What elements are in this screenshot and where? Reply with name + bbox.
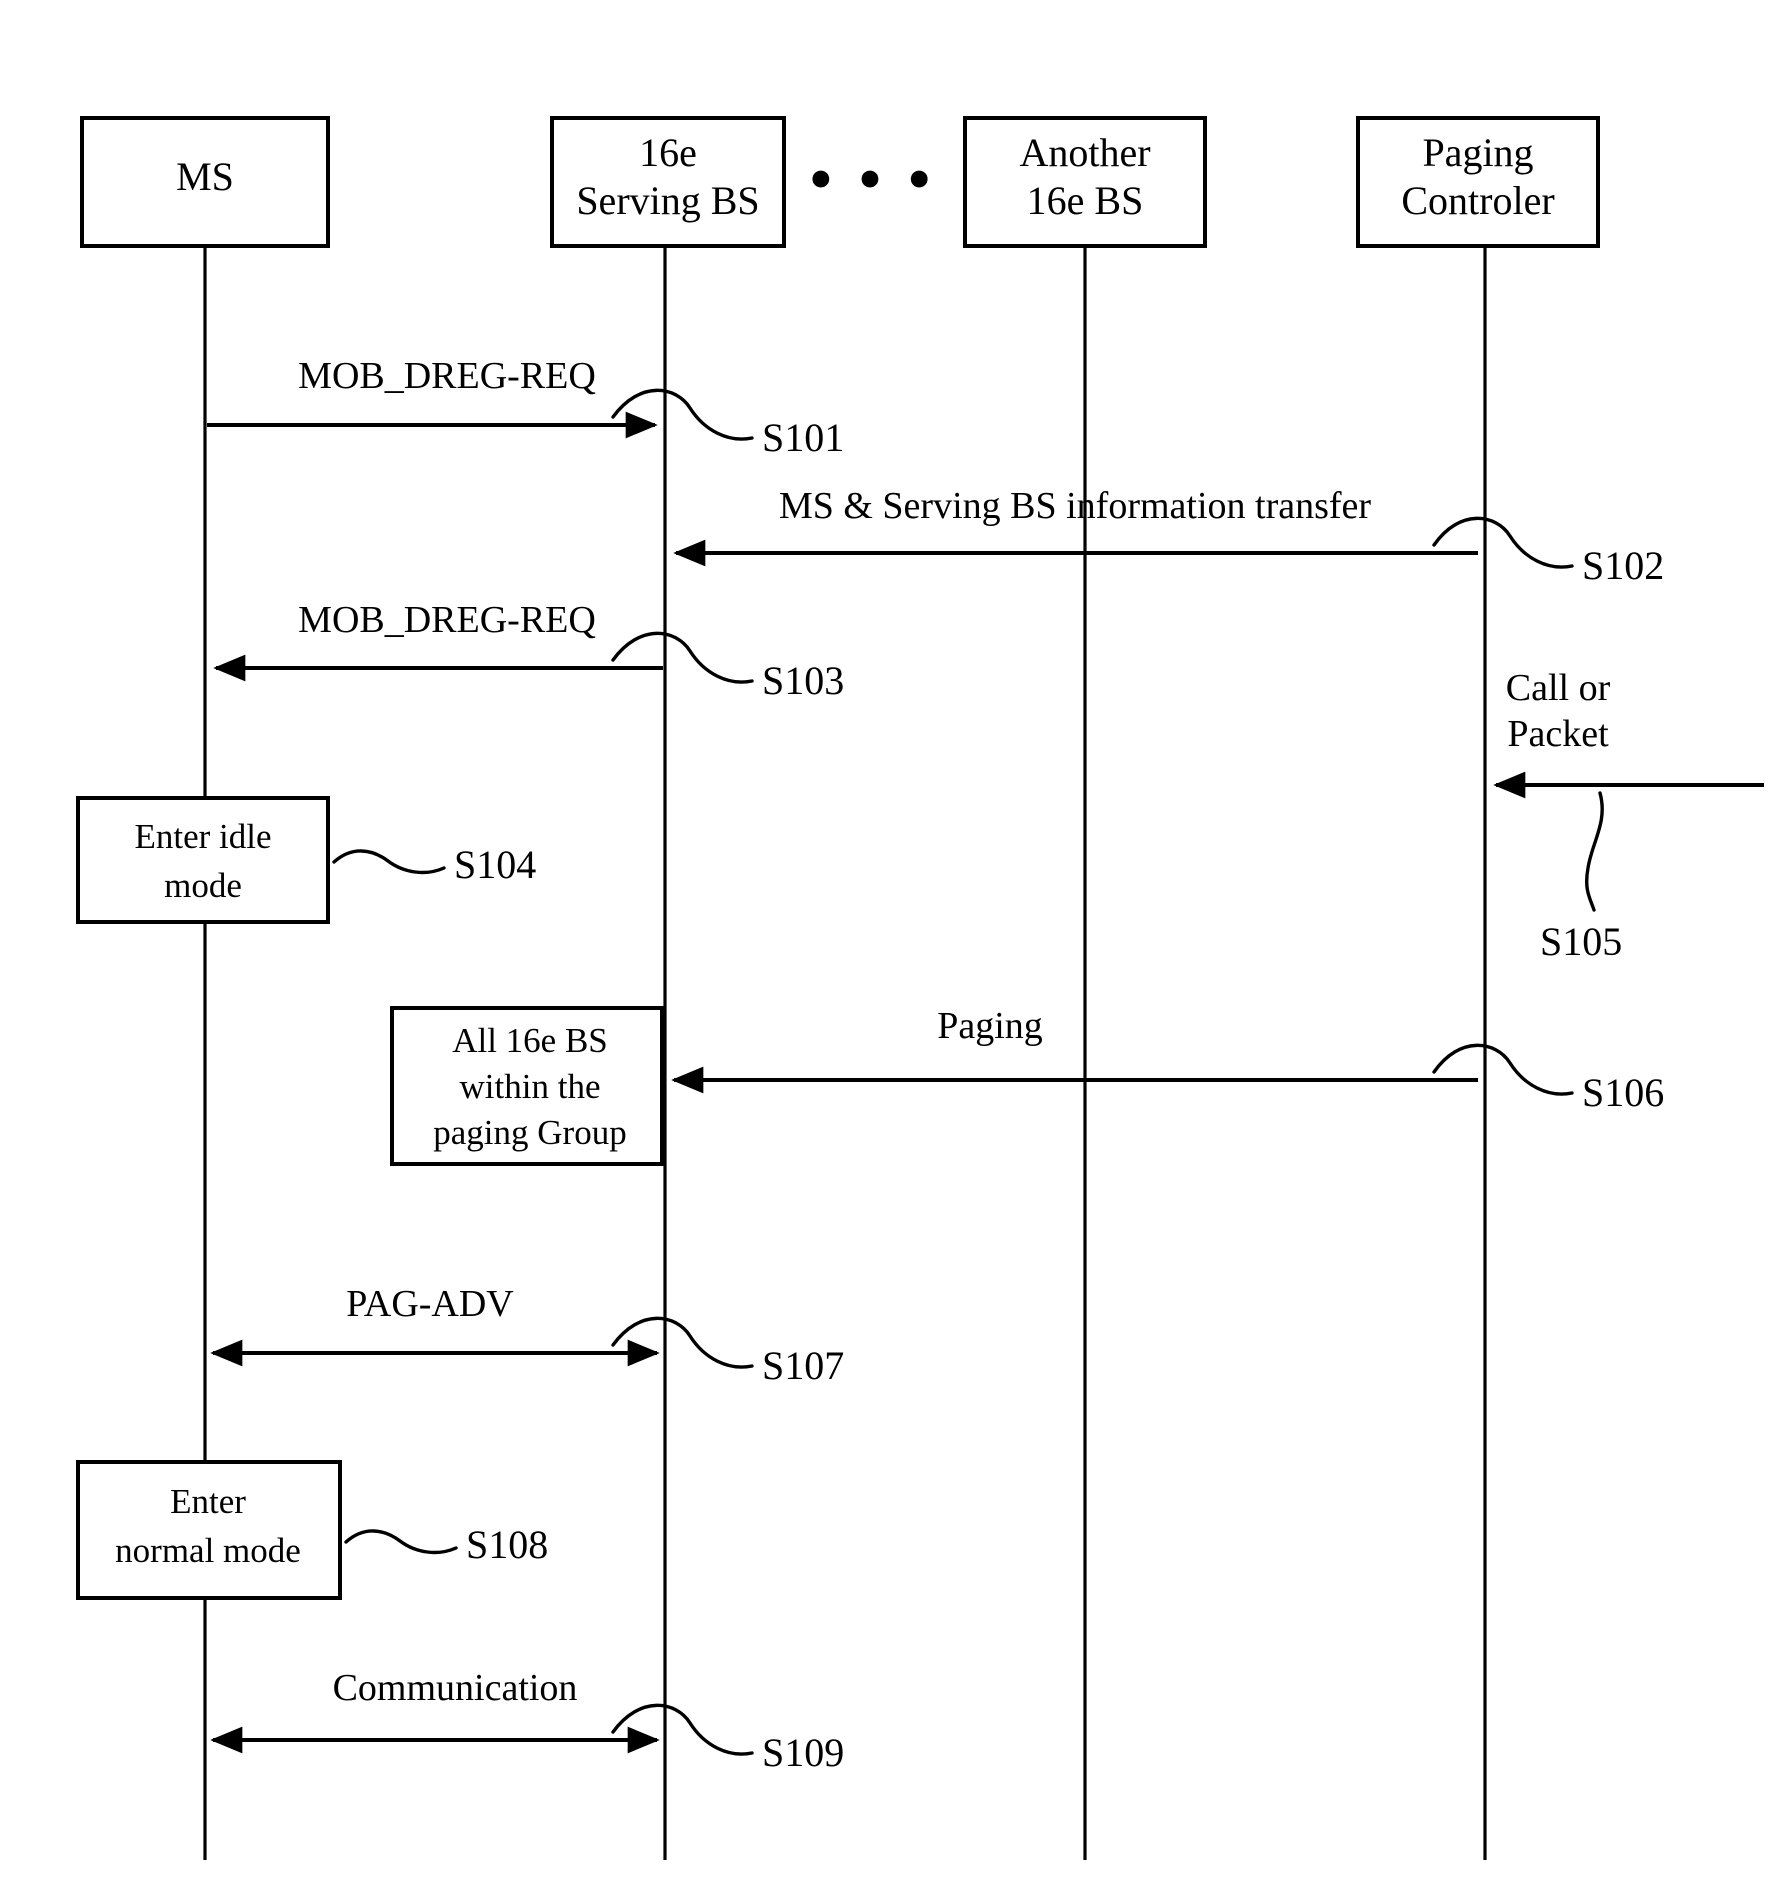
message-s106-step-label: S106: [1582, 1070, 1664, 1115]
note-s108-leader-line: [344, 1529, 458, 1555]
message-s102-step-label: S102: [1582, 543, 1664, 588]
message-s106-label: Paging: [937, 1005, 1043, 1047]
message-s103-step-label: S103: [762, 658, 844, 703]
message-s103-leader-line: [611, 631, 754, 684]
node-paging-controler-label-line-1: Paging: [1422, 130, 1533, 175]
message-s107-step-label: S107: [762, 1343, 844, 1388]
external-call-or-packet-leader-line: [1584, 791, 1604, 912]
note-s104-step-label: S104: [454, 842, 536, 887]
message-s107-leader-line: [611, 1316, 754, 1369]
message-s106[interactable]: Paging S106: [671, 1005, 1664, 1115]
node-paging-controler-label-line-2: Controler: [1401, 178, 1554, 223]
note-s108[interactable]: Enter normal mode S108: [76, 1460, 548, 1600]
message-s101-leader-line: [611, 388, 754, 441]
diagram-canvas: MS 16e Serving BS • • • Another 16e BS P…: [76, 116, 1764, 1860]
external-call-or-packet[interactable]: Call or Packet S105: [1493, 667, 1764, 964]
note-s108-label-line-2: normal mode: [115, 1531, 301, 1570]
external-call-or-packet-label-line-1: Call or: [1506, 667, 1611, 709]
note-all-16e-bs-label-line-3: paging Group: [433, 1113, 626, 1152]
external-call-or-packet-step-label: S105: [1540, 919, 1622, 964]
message-s103-label: MOB_DREG-REQ: [298, 599, 596, 641]
note-all-16e-bs-label-line-1: All 16e BS: [452, 1021, 608, 1060]
message-s109-step-label: S109: [762, 1730, 844, 1775]
node-ms-label-line-1: MS: [176, 154, 234, 199]
note-s104-leader-line: [332, 849, 446, 875]
sequence-diagram-figure: MS 16e Serving BS • • • Another 16e BS P…: [0, 0, 1776, 1900]
message-s109-leader-line: [611, 1703, 754, 1756]
note-s104[interactable]: Enter idle mode S104: [76, 796, 536, 924]
message-s106-leader-line: [1432, 1043, 1574, 1096]
message-s109-label: Communication: [333, 1667, 578, 1709]
node-another-16e-bs-label-line-2: 16e BS: [1027, 178, 1144, 223]
message-s107-label: PAG-ADV: [346, 1283, 514, 1325]
node-16e-serving-bs[interactable]: 16e Serving BS: [550, 116, 786, 248]
message-s101-step-label: S101: [762, 415, 844, 460]
note-s104-label-line-1: Enter idle: [134, 817, 271, 856]
message-s102-label: MS & Serving BS information transfer: [779, 485, 1371, 527]
external-call-or-packet-label-line-2: Packet: [1507, 713, 1609, 755]
message-s103[interactable]: MOB_DREG-REQ S103: [213, 599, 844, 703]
ellipsis-icon: • • •: [810, 146, 936, 214]
message-s109[interactable]: Communication S109: [210, 1667, 844, 1775]
node-16e-serving-bs-label-line-1: 16e: [639, 130, 697, 175]
note-s108-label-line-1: Enter: [170, 1482, 246, 1521]
message-s107[interactable]: PAG-ADV S107: [210, 1283, 844, 1388]
note-all-16e-bs-in-paging-group[interactable]: All 16e BS within the paging Group: [390, 1006, 664, 1166]
note-s108-step-label: S108: [466, 1522, 548, 1567]
message-s102-leader-line: [1432, 516, 1574, 569]
node-16e-serving-bs-label-line-2: Serving BS: [576, 178, 759, 223]
note-s104-label-line-2: mode: [164, 866, 242, 905]
node-ms[interactable]: MS: [80, 116, 330, 248]
node-another-16e-bs[interactable]: Another 16e BS: [963, 116, 1207, 248]
node-another-16e-bs-label-line-1: Another: [1019, 130, 1150, 175]
node-paging-controler[interactable]: Paging Controler: [1356, 116, 1600, 248]
message-s102[interactable]: MS & Serving BS information transfer S10…: [673, 485, 1664, 588]
message-s101[interactable]: MOB_DREG-REQ S101: [207, 355, 844, 460]
message-s101-label: MOB_DREG-REQ: [298, 355, 596, 397]
note-all-16e-bs-label-line-2: within the: [460, 1067, 601, 1106]
